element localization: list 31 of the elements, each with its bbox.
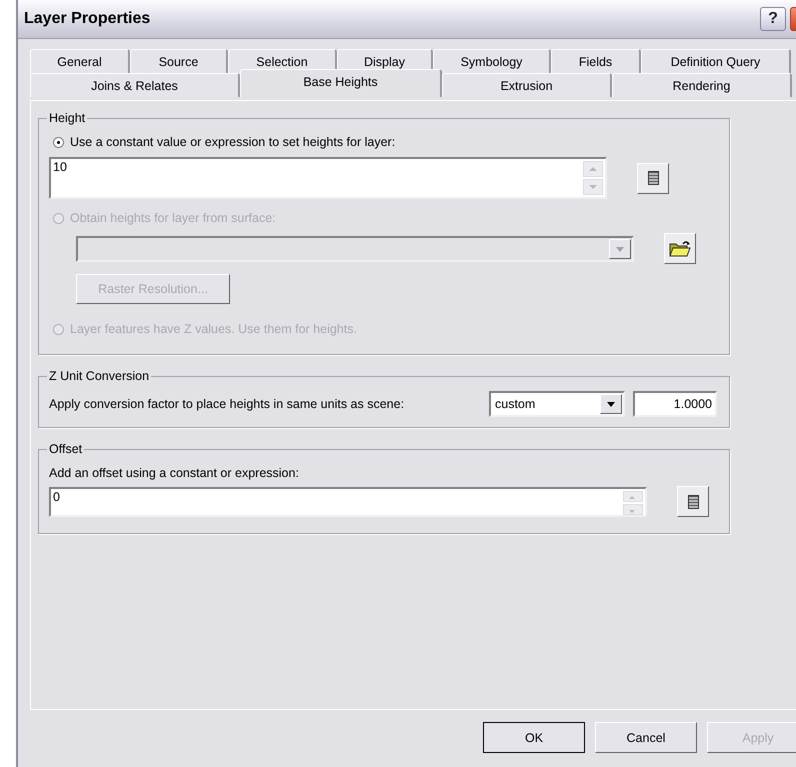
tab[interactable]: Symbology bbox=[433, 49, 551, 73]
radio-label: Use a constant value or expression to set heights for layer: bbox=[70, 135, 396, 149]
radio-button[interactable] bbox=[53, 136, 64, 148]
offset-label: Add an offset using a constant or expression: bbox=[49, 466, 300, 480]
open-folder-button[interactable] bbox=[664, 233, 696, 264]
tab[interactable]: Joins & Relates bbox=[30, 73, 240, 97]
window-title: Layer Properties bbox=[24, 10, 150, 28]
tab[interactable]: Base Heights bbox=[240, 69, 442, 97]
tab[interactable]: Fields bbox=[551, 49, 641, 73]
group-title: Z Unit Conversion bbox=[48, 369, 150, 383]
group-title: Offset bbox=[48, 442, 84, 456]
tab[interactable]: Rendering bbox=[612, 73, 792, 97]
tab[interactable]: Source bbox=[130, 49, 228, 73]
expression-field[interactable]: 10 bbox=[49, 157, 607, 199]
dialog-button[interactable]: Cancel bbox=[595, 722, 697, 753]
tab[interactable]: General bbox=[30, 49, 130, 73]
offset-field[interactable]: 0 bbox=[49, 486, 647, 516]
conversion-label: Apply conversion factor to place heights in same units as scene: bbox=[49, 397, 406, 411]
factor-field[interactable]: 1.0000 bbox=[633, 391, 717, 417]
dialog-button[interactable]: OK bbox=[483, 722, 585, 753]
radio-label: Obtain heights for layer from surface: bbox=[70, 211, 276, 225]
tab[interactable]: Definition Query bbox=[641, 49, 791, 73]
radio-label: Layer features have Z values. Use them for heights. bbox=[70, 322, 357, 336]
calculator-button[interactable] bbox=[677, 486, 709, 517]
surface-dropdown[interactable] bbox=[76, 236, 634, 262]
calculator-button[interactable] bbox=[637, 162, 669, 194]
unit-dropdown[interactable]: custom bbox=[489, 391, 625, 417]
folder-icon bbox=[669, 240, 691, 258]
help-button[interactable]: ? bbox=[760, 7, 786, 31]
group-title: Height bbox=[48, 111, 86, 125]
tab[interactable]: Extrusion bbox=[442, 73, 612, 97]
